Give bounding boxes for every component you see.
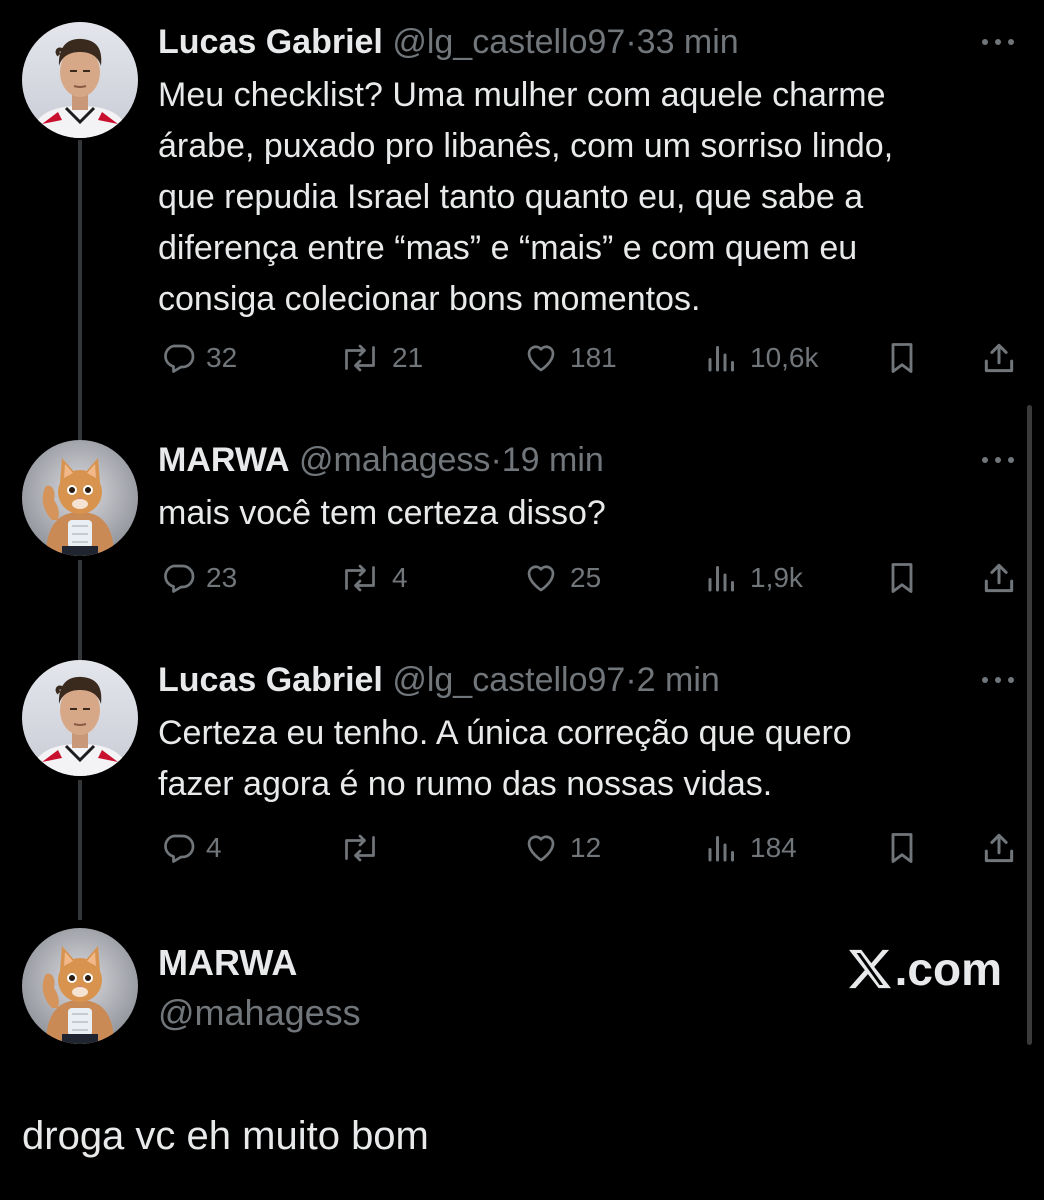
tweet-header: Lucas Gabriel @lg_castello97·2 min [158, 660, 720, 700]
share-button[interactable] [980, 336, 1018, 380]
repost-button[interactable] [338, 826, 392, 870]
tweet-text-line: Meu checklist? Uma mulher com aquele cha… [158, 76, 886, 114]
like-button[interactable]: 12 [522, 826, 601, 870]
like-button[interactable]: 181 [522, 336, 617, 380]
tweet-text-line: que repudia Israel tanto quanto eu, que … [158, 178, 864, 216]
reply-count: 32 [206, 342, 238, 373]
views-count: 184 [750, 832, 797, 863]
tweet-text-line: diferença entre “mas” e “mais” e com que… [158, 229, 858, 267]
bookmark-icon [891, 833, 913, 863]
tweet[interactable]: Lucas Gabriel @lg_castello97·33 min Meu … [0, 0, 1044, 420]
views-button[interactable]: 1,9k [704, 556, 803, 600]
muscular-cat-avatar-icon [22, 440, 138, 556]
bookmark-button[interactable] [884, 556, 920, 600]
share-icon [984, 833, 1014, 863]
tweet-text-line: mais você tem certeza disso? [158, 494, 606, 532]
brand-suffix: .com [894, 943, 1002, 995]
separator-dot: · [625, 23, 637, 61]
tweet-text-line: consiga colecionar bons momentos. [158, 280, 701, 318]
tweet-header: MARWA @mahagess·19 min [158, 440, 604, 480]
muscular-cat-avatar-icon [22, 928, 138, 1044]
share-icon [984, 343, 1014, 373]
caption-text: droga vc eh muito bom [22, 1114, 429, 1158]
thread-screenshot: Lucas Gabriel @lg_castello97·33 min Meu … [0, 0, 1044, 1200]
more-options-icon[interactable] [982, 454, 1018, 466]
share-icon [984, 563, 1014, 593]
tweet[interactable]: Lucas Gabriel @lg_castello97·2 min Certe… [0, 640, 1044, 900]
views-button[interactable]: 184 [704, 826, 797, 870]
repost-icon [345, 344, 375, 372]
user-handle[interactable]: @lg_castello97 [392, 23, 625, 61]
repost-button[interactable]: 21 [338, 336, 423, 380]
like-count: 181 [570, 342, 617, 373]
display-name[interactable]: MARWA [158, 942, 297, 984]
scrollbar[interactable] [1027, 405, 1032, 1045]
tweet-actions: 23 4 25 1,9k [158, 556, 1028, 600]
tweet-actions: 32 21 181 10,6k [158, 336, 1028, 380]
bookmark-button[interactable] [884, 336, 920, 380]
more-options-icon[interactable] [982, 674, 1018, 686]
views-icon [708, 836, 734, 862]
reply-button[interactable]: 23 [160, 556, 237, 600]
x-logo-icon [848, 949, 891, 989]
tweet-text: Meu checklist? Uma mulher com aquele cha… [158, 70, 1018, 325]
avatar[interactable] [22, 440, 138, 556]
like-icon [527, 345, 555, 372]
reply-icon [164, 344, 195, 373]
repost-button[interactable]: 4 [338, 556, 408, 600]
display-name[interactable]: MARWA [158, 441, 290, 479]
like-count: 12 [570, 832, 602, 863]
tweet-actions: 4 12 184 [158, 826, 1028, 870]
x-com-brand: .com [847, 942, 1002, 996]
views-button[interactable]: 10,6k [704, 336, 819, 380]
display-name[interactable]: Lucas Gabriel [158, 661, 383, 699]
share-button[interactable] [980, 556, 1018, 600]
reply-button[interactable]: 32 [160, 336, 237, 380]
repost-icon [345, 834, 375, 862]
bookmark-button[interactable] [884, 826, 920, 870]
share-button[interactable] [980, 826, 1018, 870]
soccer-player-avatar-icon [22, 660, 138, 776]
reply-icon [164, 834, 195, 863]
tweet-text-line: fazer agora é no rumo das nossas vidas. [158, 765, 773, 803]
repost-count: 21 [392, 342, 424, 373]
tweet-text: Certeza eu tenho. A única correção que q… [158, 708, 1018, 810]
avatar[interactable] [22, 22, 138, 138]
soccer-player-avatar-icon [22, 22, 138, 138]
avatar[interactable] [22, 928, 138, 1044]
tweet-header: Lucas Gabriel @lg_castello97·33 min [158, 22, 739, 62]
like-button[interactable]: 25 [522, 556, 601, 600]
display-name[interactable]: Lucas Gabriel [158, 23, 383, 61]
user-handle[interactable]: @lg_castello97 [392, 661, 625, 699]
like-icon [527, 835, 555, 862]
reply-count: 23 [206, 562, 238, 593]
tweet-text-line: árabe, puxado pro libanês, com um sorris… [158, 127, 894, 165]
repost-icon [345, 564, 375, 592]
reply-icon [164, 564, 195, 593]
bookmark-icon [891, 563, 913, 593]
like-count: 25 [570, 562, 602, 593]
separator-dot: · [625, 661, 637, 699]
tweet-text-line: Certeza eu tenho. A única correção que q… [158, 714, 852, 752]
views-icon [708, 566, 734, 592]
views-icon [708, 346, 734, 372]
views-count: 10,6k [750, 342, 819, 373]
timestamp[interactable]: 2 min [637, 661, 720, 699]
user-handle[interactable]: @mahagess [158, 992, 361, 1034]
timestamp[interactable]: 19 min [502, 441, 604, 479]
reply-button[interactable]: 4 [160, 826, 222, 870]
user-handle[interactable]: @mahagess [299, 441, 490, 479]
reply-count: 4 [206, 832, 222, 863]
bookmark-icon [891, 343, 913, 373]
tweet[interactable]: MARWA @mahagess·19 min mais você tem cer… [0, 420, 1044, 640]
views-count: 1,9k [750, 562, 803, 593]
more-options-icon[interactable] [982, 36, 1018, 48]
avatar[interactable] [22, 660, 138, 776]
tweet-text: mais você tem certeza disso? [158, 488, 1018, 539]
separator-dot: · [490, 441, 502, 479]
repost-count: 4 [392, 562, 408, 593]
like-icon [527, 565, 555, 592]
timestamp[interactable]: 33 min [637, 23, 739, 61]
